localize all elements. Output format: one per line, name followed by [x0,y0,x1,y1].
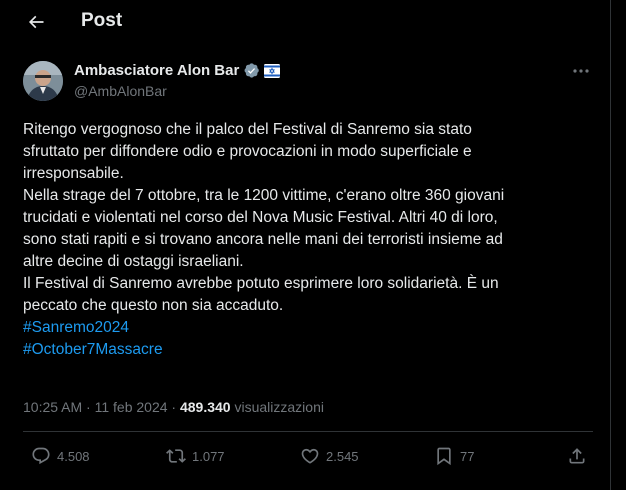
like-button[interactable]: 2.545 [300,446,359,466]
views-label: visualizzazioni [234,399,324,415]
share-icon [569,448,585,464]
verified-badge-icon[interactable] [243,62,260,79]
bookmark-count: 77 [460,448,475,464]
bookmark-icon [437,447,451,466]
post-panel: Post Ambasciatore Alon Bar @AmbAlonBar R… [0,0,611,490]
hashtag-link[interactable]: #October7Massacre [23,339,593,361]
reply-count: 4.508 [57,448,90,464]
more-icon [573,69,589,73]
divider [23,431,593,432]
hashtag-link[interactable]: #Sanremo2024 [23,317,593,339]
tweet-text: Ritengo vergognoso che il palco del Fest… [23,119,593,361]
post-header: Post [0,0,611,44]
author-name[interactable]: Ambasciatore Alon Bar [74,62,239,79]
tweet-line: altre decine di ostaggi israeliani. [23,253,244,270]
reply-button[interactable]: 4.508 [31,446,90,466]
repost-button[interactable]: 1.077 [166,446,225,466]
tweet-meta: 10:25 AM · 11 feb 2024 · 489.340 visuali… [23,399,324,415]
tweet-line: sfruttato per diffondere odio e provocaz… [23,143,472,160]
back-arrow-icon [28,15,44,29]
more-button[interactable] [570,62,592,80]
bookmark-button[interactable]: 77 [434,446,474,466]
meta-separator: · [171,399,177,415]
page-title: Post [81,10,123,31]
author-handle[interactable]: @AmbAlonBar [74,83,167,99]
tweet-line: Nella strage del 7 ottobre, tra le 1200 … [23,187,505,204]
repost-count: 1.077 [192,448,225,464]
tweet-line: Il Festival di Sanremo avrebbe potuto es… [23,275,499,292]
tweet-date[interactable]: 11 feb 2024 [95,399,168,415]
israel-flag-icon [264,63,281,78]
tweet-line: trucidati e violentati nel corso del Nov… [23,209,498,226]
back-button[interactable] [22,8,50,36]
tweet-line: Ritengo vergognoso che il palco del Fest… [23,121,472,138]
like-icon [301,448,319,464]
avatar[interactable] [23,61,63,101]
tweet-line: sono stati rapiti e si trovano ancora ne… [23,231,503,248]
views-count: 489.340 [179,399,231,415]
repost-icon [166,449,186,463]
avatar-image [23,61,63,101]
share-button[interactable] [567,446,587,466]
scrollbar[interactable] [612,0,626,490]
meta-separator: · [86,399,91,415]
tweet-line: peccato che questo non sia accaduto. [23,297,284,314]
tweet-line: irresponsabile. [23,165,124,182]
like-count: 2.545 [326,448,359,464]
reply-icon [32,447,50,465]
tweet-time[interactable]: 10:25 AM [23,399,82,415]
author-name-row: Ambasciatore Alon Bar [74,62,281,79]
